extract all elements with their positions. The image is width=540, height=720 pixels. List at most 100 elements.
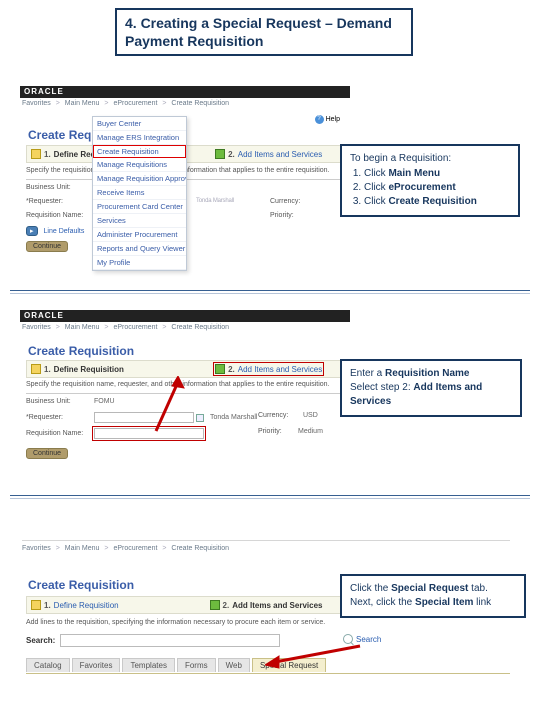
step2-num: 2.: [223, 601, 230, 610]
help-text: Help: [326, 116, 340, 123]
callout-begin-requisition: To begin a Requisition: Click Main Menu …: [340, 144, 520, 217]
step1-num: 1.: [44, 150, 51, 159]
priority-label: Priority:: [258, 428, 298, 435]
oracle-bar-1: ORACLE: [20, 86, 350, 98]
oracle-bar-2: ORACLE: [20, 310, 350, 322]
continue-button[interactable]: Continue: [26, 448, 68, 459]
continue-row-1: Continue: [26, 240, 71, 252]
pencil-icon: [31, 600, 41, 610]
addlines-text: Add lines to the requisition, specifying…: [26, 619, 325, 626]
crumb-sep: >: [56, 100, 60, 107]
menu-item-admin-procurement[interactable]: Administer Procurement: [93, 228, 186, 242]
tab-templates[interactable]: Templates: [122, 658, 174, 672]
crumb-mainmenu[interactable]: Main Menu: [65, 324, 100, 331]
req-name-1: Tonda Marshall: [196, 198, 234, 204]
requester-name-text: Tonda Marshall: [210, 414, 257, 421]
menu-item-proc-card-center[interactable]: Procurement Card Center: [93, 200, 186, 214]
tab-underline: [26, 673, 510, 674]
crumb-sep: >: [162, 545, 166, 552]
tab-catalog[interactable]: Catalog: [26, 658, 70, 672]
step2-label: Add Items and Services: [232, 601, 322, 610]
crumb-sep: >: [56, 324, 60, 331]
crumb-create-req[interactable]: Create Requisition: [171, 545, 229, 552]
crumb-favorites[interactable]: Favorites: [22, 100, 51, 107]
step2-label: Add Items and Services: [238, 150, 322, 159]
wizard-step2[interactable]: 2.Add Items and Services: [215, 149, 322, 159]
currency-label: Currency:: [270, 198, 315, 205]
crumb-eprocurement[interactable]: eProcurement: [113, 545, 157, 552]
breadcrumb-1: Favorites > Main Menu > eProcurement > C…: [22, 100, 229, 107]
wizard-step2[interactable]: 2.Add Items and Services: [215, 364, 322, 374]
crumb-favorites[interactable]: Favorites: [22, 545, 51, 552]
priority-value: Medium: [298, 428, 323, 435]
wizard-step1[interactable]: 1.Define Requisition: [31, 600, 119, 610]
bu-value: FOMU: [94, 398, 115, 405]
crumb-sep: >: [162, 324, 166, 331]
callout1-title: To begin a Requisition:: [350, 152, 510, 166]
menu-item-reports[interactable]: Reports and Query Viewer: [93, 242, 186, 256]
currency-value: USD: [303, 412, 318, 419]
step1-num: 1.: [44, 365, 51, 374]
search-row: Search:: [26, 634, 280, 647]
menu-item-create-requisition[interactable]: Create Requisition: [93, 145, 186, 158]
crumb-sep: >: [56, 545, 60, 552]
menu-item-manage-approvals[interactable]: Manage Requisition Approvals: [93, 172, 186, 186]
menu-item-my-profile[interactable]: My Profile: [93, 256, 186, 270]
crumb-mainmenu[interactable]: Main Menu: [65, 100, 100, 107]
wizard-step2[interactable]: 2.Add Items and Services: [210, 600, 323, 610]
continue-button[interactable]: Continue: [26, 241, 68, 252]
menu-item-buyer-center[interactable]: Buyer Center: [93, 117, 186, 131]
arrow-to-step2: [148, 376, 188, 436]
menu-item-services[interactable]: Services: [93, 214, 186, 228]
reqname-label: Requisition Name:: [26, 212, 94, 219]
wizard-step1[interactable]: 1.Define Requisition: [31, 364, 124, 374]
divider-2: [10, 495, 530, 496]
divider-1: [10, 290, 530, 291]
continue-row-2: Continue: [26, 447, 71, 459]
menu-item-receive-items[interactable]: Receive Items: [93, 186, 186, 200]
expand-icon[interactable]: ▸: [26, 226, 38, 236]
menu-item-manage-requisitions[interactable]: Manage Requisitions: [93, 158, 186, 172]
crumb-favorites[interactable]: Favorites: [22, 324, 51, 331]
menu-item-ers-integration[interactable]: Manage ERS Integration: [93, 131, 186, 145]
lookup-icon[interactable]: [196, 414, 204, 422]
tab-forms[interactable]: Forms: [177, 658, 216, 672]
nav-dropdown-menu[interactable]: Buyer Center Manage ERS Integration Crea…: [92, 116, 187, 271]
crumb-mainmenu[interactable]: Main Menu: [65, 545, 100, 552]
crumb-create-req[interactable]: Create Requisition: [171, 100, 229, 107]
requester-label: *Requester:: [26, 414, 94, 421]
create-requisition-heading-3: Create Requisition: [28, 578, 134, 592]
callout1-item1: Click Main Menu: [364, 167, 510, 181]
crumb-eprocurement[interactable]: eProcurement: [113, 324, 157, 331]
create-requisition-heading-2: Create Requisition: [28, 344, 134, 358]
crumb-sep: >: [104, 324, 108, 331]
bu-label: Business Unit:: [26, 398, 94, 405]
title-box: 4. Creating a Special Request – Demand P…: [115, 8, 413, 56]
callout3-line2: Next, click the Special Item link: [350, 596, 516, 610]
crumb-sep: >: [104, 100, 108, 107]
callout-special-request: Click the Special Request tab. Next, cli…: [340, 574, 526, 618]
divider-1b: [10, 293, 530, 294]
callout1-item2: Click eProcurement: [364, 181, 510, 195]
help-link-1[interactable]: ? Help: [315, 115, 340, 124]
callout2-line1: Enter a Requisition Name: [350, 367, 512, 381]
priority-label: Priority:: [270, 212, 310, 219]
requester-label: *Requester:: [26, 198, 94, 205]
reqname-label: Requisition Name:: [26, 430, 94, 437]
callout-enter-reqname: Enter a Requisition Name Select step 2: …: [340, 359, 522, 417]
pencil-icon: [31, 364, 41, 374]
bu-label: Business Unit:: [26, 184, 94, 191]
line-defaults-link[interactable]: Line Defaults: [44, 228, 85, 235]
tab-web[interactable]: Web: [218, 658, 250, 672]
search-label: Search:: [26, 636, 55, 645]
line-defaults-row[interactable]: ▸ Line Defaults: [26, 226, 84, 236]
crumb-eprocurement[interactable]: eProcurement: [113, 100, 157, 107]
crumb-create-req[interactable]: Create Requisition: [171, 324, 229, 331]
currency-label: Currency:: [258, 412, 303, 419]
breadcrumb-2: Favorites > Main Menu > eProcurement > C…: [22, 324, 229, 331]
callout2-line2: Select step 2: Add Items and Services: [350, 381, 512, 409]
step2-num: 2.: [228, 150, 235, 159]
tab-favorites[interactable]: Favorites: [72, 658, 121, 672]
search-input[interactable]: [60, 634, 280, 647]
pri-row-2: Priority: Medium: [258, 428, 378, 435]
